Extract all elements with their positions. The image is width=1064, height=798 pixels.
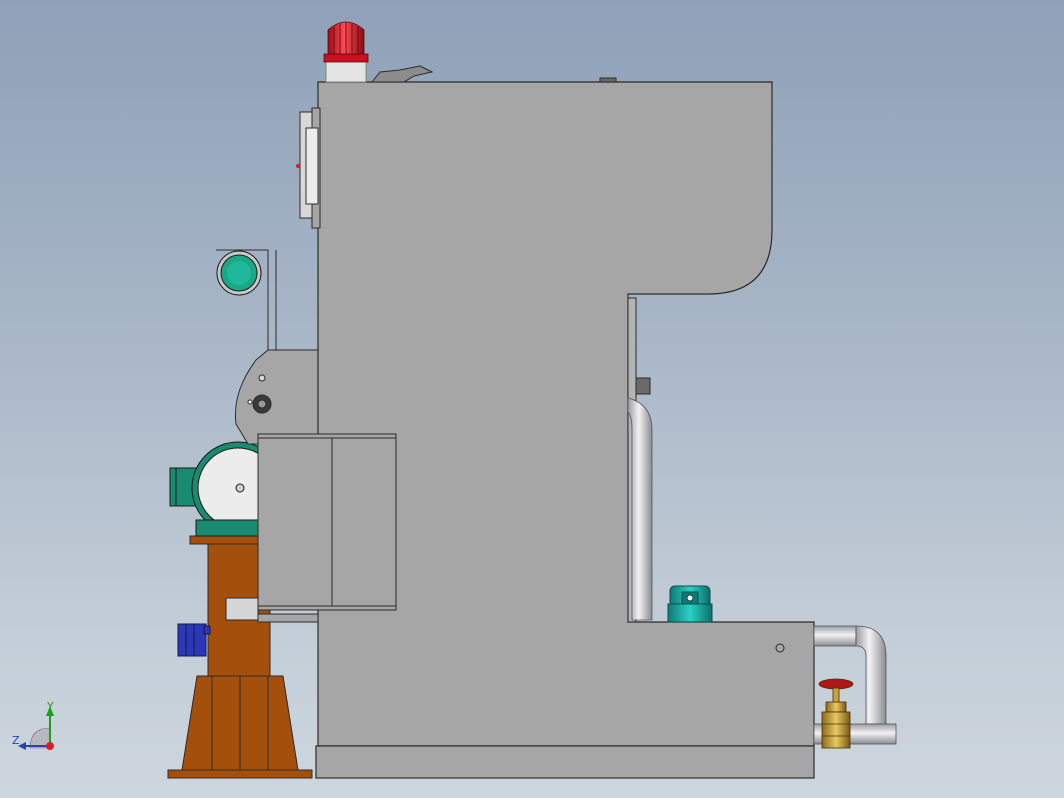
press-machine-model[interactable] (0, 0, 1064, 798)
gate-valve-icon[interactable] (818, 678, 854, 749)
oil-pump-icon[interactable] (667, 585, 713, 623)
axis-y-label: Y (47, 700, 54, 713)
press-frame-body[interactable] (317, 81, 815, 747)
hydraulic-pipe-vertical[interactable] (627, 397, 653, 621)
cad-viewport[interactable]: Z Y (0, 0, 1064, 798)
top-lever[interactable] (370, 65, 617, 83)
drive-housing[interactable] (234, 349, 319, 445)
solenoid-block[interactable] (177, 623, 211, 657)
pressure-gauge-icon[interactable] (216, 250, 262, 296)
axis-z-label: Z (12, 734, 20, 747)
cog-knob-icon[interactable] (252, 394, 272, 414)
frame-base-plate[interactable] (315, 745, 815, 779)
beacon-light-icon[interactable] (323, 21, 369, 83)
flywheel-cover[interactable] (296, 107, 321, 229)
